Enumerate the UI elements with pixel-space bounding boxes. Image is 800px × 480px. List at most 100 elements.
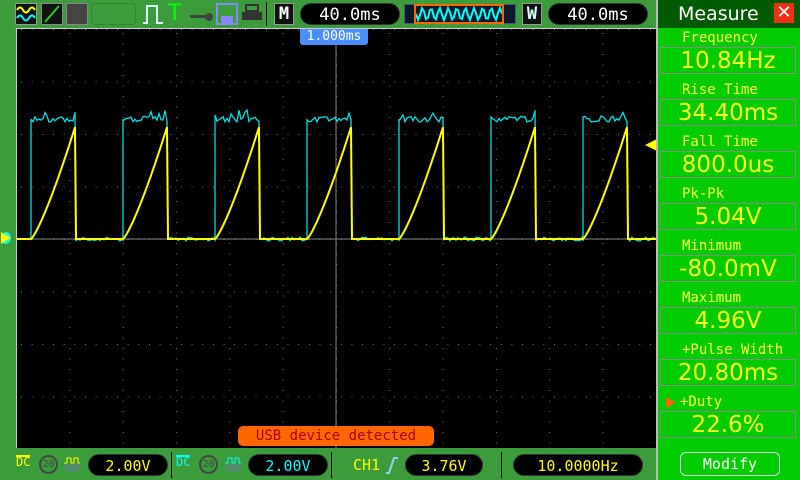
- grid-dot: [69, 106, 71, 108]
- grid-dot: [176, 442, 178, 444]
- close-icon[interactable]: ✕: [774, 3, 794, 23]
- ch1-invert-icon[interactable]: [63, 456, 81, 476]
- grid-dot: [389, 316, 391, 318]
- grid-dot: [148, 29, 150, 30]
- measure-value[interactable]: 22.6%: [660, 411, 796, 438]
- key-icon[interactable]: [190, 8, 214, 27]
- grid-dot: [244, 396, 246, 398]
- grid-dot: [319, 396, 321, 398]
- grid-dot: [442, 421, 444, 423]
- main-timebase-value[interactable]: 40.0ms: [300, 3, 400, 25]
- dual-wave-icon[interactable]: [15, 3, 37, 25]
- grid-dot: [234, 291, 236, 293]
- grid-dot: [602, 148, 604, 150]
- grid-dot: [287, 396, 289, 398]
- grid-dot: [69, 222, 71, 223]
- grid-dot: [330, 396, 332, 398]
- grid-dot: [122, 442, 124, 444]
- grid-dot: [389, 190, 391, 192]
- blank-button[interactable]: [91, 3, 136, 25]
- grid-dot: [212, 186, 214, 188]
- rising-edge-icon[interactable]: [385, 456, 399, 478]
- ch1-bw-limit-icon[interactable]: 20: [39, 455, 58, 474]
- window-timebase-value[interactable]: 40.0ms: [548, 3, 648, 25]
- ch1-coupling[interactable]: DC: [16, 455, 31, 468]
- grid-dot: [602, 211, 604, 213]
- grid-dot: [602, 106, 604, 108]
- pulse-icon[interactable]: [142, 3, 164, 29]
- grid-dot: [282, 43, 284, 45]
- measure-value[interactable]: 34.40ms: [660, 99, 796, 126]
- grid-dot: [176, 43, 178, 45]
- grid-dot: [554, 134, 555, 135]
- measure-value[interactable]: 20.80ms: [660, 359, 796, 386]
- measure-label-text: Rise Time: [682, 82, 758, 98]
- grid-dot: [84, 29, 86, 30]
- trigger-source[interactable]: CH1: [353, 456, 380, 474]
- grid-dot: [229, 316, 231, 318]
- measure-value[interactable]: 5.04V: [660, 203, 796, 230]
- measure-value[interactable]: -80.0mV: [660, 255, 796, 282]
- grid-dot: [596, 134, 598, 135]
- grid-dot: [127, 81, 129, 83]
- grid-dot: [585, 134, 587, 135]
- grid-dot: [383, 134, 385, 135]
- grid-dot: [340, 186, 342, 188]
- measure-value[interactable]: 10.84Hz: [660, 47, 796, 74]
- trigger-t-icon[interactable]: T: [168, 1, 181, 26]
- grid-dot: [229, 390, 231, 391]
- ch2-invert-icon[interactable]: [224, 456, 242, 476]
- grid-dot: [549, 274, 551, 276]
- grid-dot: [330, 344, 332, 345]
- grid-dot: [176, 327, 178, 328]
- grid-dot: [234, 344, 236, 345]
- grid-dot: [549, 379, 551, 381]
- ch2-volts-div[interactable]: 2.00V: [248, 454, 328, 476]
- ch2-coupling[interactable]: DC: [176, 455, 191, 468]
- grid-dot: [394, 81, 396, 83]
- grid-dot: [202, 29, 204, 30]
- grid-dot: [122, 306, 124, 307]
- grid-dot: [176, 358, 178, 360]
- grid-dot: [21, 344, 22, 345]
- persistence-icon[interactable]: [66, 3, 88, 25]
- grid-dot: [495, 64, 497, 66]
- grid-dot: [298, 29, 300, 30]
- grid-dot: [490, 81, 492, 83]
- grid-dot: [69, 211, 71, 213]
- grid-dot: [229, 33, 231, 34]
- measure-label: +Pulse Width: [658, 342, 800, 359]
- grid-dot: [549, 232, 551, 234]
- grid-dot: [69, 243, 71, 244]
- grid-dot: [617, 291, 619, 293]
- trigger-level[interactable]: 3.76V: [405, 454, 483, 476]
- grid-dot: [42, 344, 44, 345]
- measure-value[interactable]: 800.0us: [660, 151, 796, 178]
- grid-dot: [176, 295, 178, 297]
- grid-dot: [176, 75, 178, 76]
- grid-dot: [244, 344, 246, 345]
- measure-value[interactable]: 4.96V: [660, 307, 796, 334]
- grid-dot: [585, 81, 587, 83]
- printer-icon[interactable]: [241, 4, 263, 28]
- grid-dot: [415, 134, 417, 135]
- grid-dot: [122, 285, 124, 286]
- ch2-bw-limit-icon[interactable]: 20: [199, 455, 218, 474]
- grid-dot: [122, 358, 124, 360]
- waveform-display[interactable]: 1.000ms USB device detected: [1, 28, 657, 450]
- measure-label: Rise Time: [658, 82, 800, 99]
- grid-dot: [229, 169, 231, 171]
- ch1-volts-div[interactable]: 2.00V: [88, 454, 168, 476]
- grid-dot: [266, 81, 268, 83]
- modify-button[interactable]: Modify: [680, 452, 780, 476]
- save-disk-icon[interactable]: [216, 3, 238, 29]
- line-icon[interactable]: [41, 3, 63, 25]
- trigger-position-marker[interactable]: 1.000ms: [300, 29, 368, 45]
- grid-dot: [549, 285, 551, 286]
- grid-dot: [266, 134, 268, 135]
- grid-dot: [63, 81, 65, 83]
- grid-dot: [191, 81, 193, 83]
- grid-dot: [212, 81, 214, 83]
- grid-dot: [229, 285, 231, 286]
- waveform-overview[interactable]: [404, 4, 516, 24]
